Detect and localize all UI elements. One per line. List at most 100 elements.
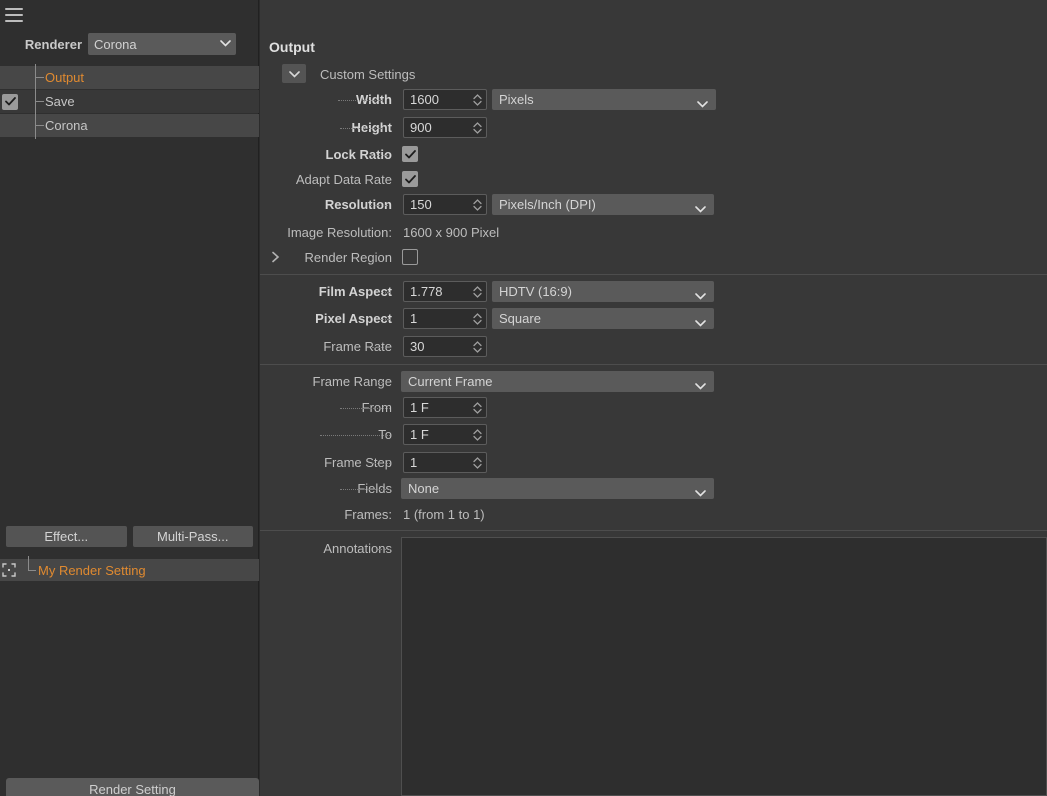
spinner-arrows-icon[interactable] [472,400,483,416]
renderer-dropdown[interactable]: Corona [88,33,236,55]
frame-step-row: Frame Step 1 [260,452,1047,475]
multi-pass-button[interactable]: Multi-Pass... [132,526,253,547]
resolution-unit-dropdown[interactable]: Pixels/Inch (DPI) [492,194,714,215]
fields-dropdown[interactable]: None [401,478,714,499]
sidebar-item-corona[interactable]: Corona [0,112,259,139]
left-panel: Renderer Corona Output Save Corona Effec… [0,0,259,796]
image-resolution-label: Image Resolution: [287,225,392,240]
width-unit-dropdown[interactable]: Pixels [492,89,716,110]
render-region-checkbox[interactable] [402,249,418,265]
width-input[interactable]: 1600 [403,89,487,110]
sidebar-item-output[interactable]: Output [0,64,259,91]
render-region-label: Render Region [304,250,392,265]
width-value: 1600 [410,92,439,107]
fields-value: None [408,481,440,496]
pixel-aspect-row: Pixel Aspect 1 Square [260,308,1047,331]
resolution-value: 150 [410,197,432,212]
chevron-down-icon [695,201,706,213]
spinner-arrows-icon[interactable] [472,339,483,355]
spinner-arrows-icon[interactable] [472,455,483,471]
to-value: 1 F [410,427,429,442]
height-value: 900 [410,120,432,135]
spinner-arrows-icon[interactable] [472,427,483,443]
sidebar-item-save[interactable]: Save [0,88,259,115]
sidebar-item-label: Corona [45,118,88,133]
pixel-aspect-label: Pixel Aspect [315,311,392,326]
leader-dots [340,128,382,129]
custom-settings-collapse-button[interactable] [282,64,306,83]
film-aspect-input[interactable]: 1.778 [403,281,487,302]
spinner-arrows-icon[interactable] [472,92,483,108]
leader-dots [338,100,382,101]
renderer-row: Renderer Corona [0,32,259,56]
frame-rate-value: 30 [410,339,425,354]
chevron-down-icon [695,315,706,327]
spinner-arrows-icon[interactable] [472,197,483,213]
leader-dots [372,347,390,348]
effect-button[interactable]: Effect... [6,526,127,547]
film-aspect-preset-dropdown[interactable]: HDTV (16:9) [492,281,714,302]
renderer-value: Corona [94,36,137,52]
spinner-arrows-icon[interactable] [472,311,483,327]
frames-label: Frames: [344,507,392,522]
frame-rate-input[interactable]: 30 [403,336,487,357]
frame-step-input[interactable]: 1 [403,452,487,473]
frame-rate-row: Frame Rate 30 [260,336,1047,359]
hamburger-menu-icon[interactable] [5,8,23,22]
film-aspect-preset-value: HDTV (16:9) [499,284,572,299]
render-region-row: Render Region [260,247,1047,270]
left-panel-buttons: Effect... Multi-Pass... [0,526,259,547]
leader-dots [372,463,390,464]
divider [260,364,1047,365]
to-row: To 1 F [260,424,1047,447]
sidebar-item-label: Save [45,94,75,109]
render-setting-label: My Render Setting [38,562,146,578]
leader-dots [370,155,388,156]
leader-dots [320,435,390,436]
page-title: Output [269,39,315,55]
frame-range-value: Current Frame [408,374,493,389]
pixel-aspect-input[interactable]: 1 [403,308,487,329]
render-setting-list-item[interactable]: My Render Setting [0,556,259,581]
leader-dots [340,408,390,409]
divider [260,530,1047,531]
annotations-textarea[interactable] [401,537,1047,796]
adapt-data-rate-label: Adapt Data Rate [295,172,392,187]
render-region-icon [2,563,16,577]
height-input[interactable]: 900 [403,117,487,138]
pixel-aspect-preset-value: Square [499,311,541,326]
image-resolution-value: 1600 x 900 Pixel [403,225,500,240]
annotations-label: Annotations [323,541,392,556]
render-settings-window: Renderer Corona Output Save Corona Effec… [0,0,1047,796]
chevron-down-icon [220,39,231,48]
leader-dots [370,205,388,206]
pixel-aspect-preset-dropdown[interactable]: Square [492,308,714,329]
spinner-arrows-icon[interactable] [472,120,483,136]
save-checkbox[interactable] [2,93,18,110]
from-input[interactable]: 1 F [403,397,487,418]
sidebar-item-label: Output [45,70,85,85]
width-unit-value: Pixels [499,92,534,107]
width-row: Width 1600 Pixels [260,89,1047,112]
renderer-label: Renderer [24,36,82,52]
height-row: Height 900 [260,117,1047,140]
adapt-data-rate-checkbox[interactable] [402,171,418,187]
chevron-down-icon [697,96,708,108]
image-resolution-row: Image Resolution: 1600 x 900 Pixel [260,222,1047,245]
spinner-arrows-icon[interactable] [472,284,483,300]
leader-dots [378,382,390,383]
leader-dots [340,489,390,490]
frame-range-dropdown[interactable]: Current Frame [401,371,714,392]
custom-settings-label: Custom Settings [320,67,416,82]
film-aspect-label: Film Aspect [318,284,392,299]
resolution-input[interactable]: 150 [403,194,487,215]
adapt-data-rate-row: Adapt Data Rate [260,169,1047,192]
leader-dots [378,292,390,293]
from-value: 1 F [410,400,429,415]
render-setting-tab[interactable]: Render Setting [6,778,259,796]
lock-ratio-checkbox[interactable] [402,146,418,162]
leader-dots [378,549,390,550]
chevron-down-icon [695,378,706,390]
fields-row: Fields None [260,478,1047,501]
to-input[interactable]: 1 F [403,424,487,445]
